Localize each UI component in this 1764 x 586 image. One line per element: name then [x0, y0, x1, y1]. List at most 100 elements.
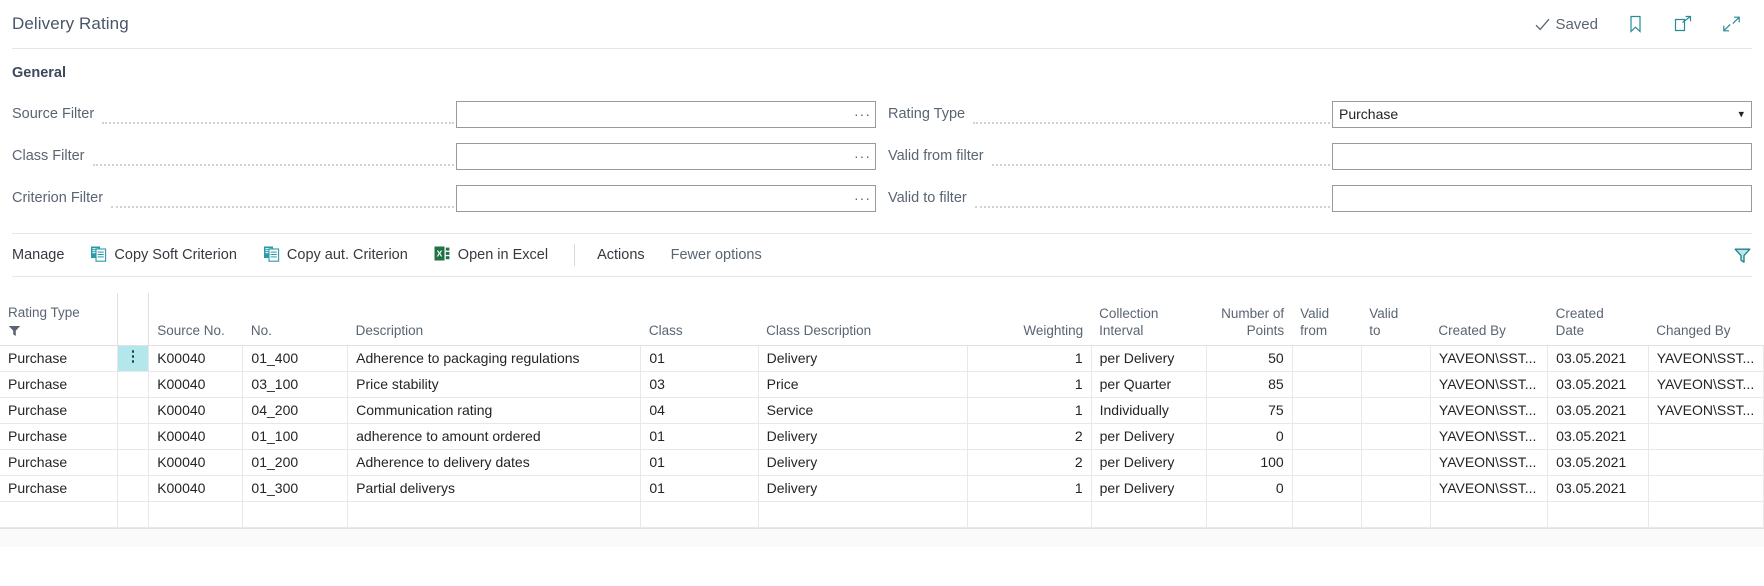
funnel-icon[interactable] — [8, 325, 109, 340]
cell-valid-from[interactable] — [1292, 423, 1362, 450]
cell-valid-to[interactable] — [1361, 475, 1431, 502]
cell-valid-from[interactable] — [1292, 501, 1362, 528]
cell-valid-from[interactable] — [1292, 449, 1362, 476]
cell-collection-interval[interactable]: per Delivery — [1091, 449, 1207, 476]
column-header-changed-by[interactable]: Changed By — [1648, 293, 1764, 346]
column-header-weighting[interactable]: Weighting — [967, 293, 1092, 346]
cell-valid-from[interactable] — [1292, 345, 1362, 372]
cell-class-description[interactable]: Delivery — [758, 345, 969, 372]
cell-created-by[interactable]: YAVEON\SST... — [1430, 449, 1549, 476]
cell-class-description[interactable]: Service — [758, 397, 969, 424]
column-header-class-description[interactable]: Class Description — [758, 293, 968, 346]
cell-number-of-points[interactable]: 50 — [1206, 345, 1293, 372]
row-handle-cell[interactable] — [117, 371, 150, 398]
cell-created-date[interactable]: 03.05.2021 — [1547, 449, 1649, 476]
column-header-created-date[interactable]: Created Date — [1547, 293, 1649, 346]
cell-created-by[interactable] — [1430, 501, 1549, 528]
cell-number-of-points[interactable]: 0 — [1206, 423, 1293, 450]
cell-valid-to[interactable] — [1361, 449, 1431, 476]
cell-collection-interval[interactable]: per Quarter — [1091, 371, 1207, 398]
valid-to-filter-input[interactable] — [1332, 184, 1752, 212]
criterion-filter-input[interactable] — [456, 184, 876, 212]
cell-description[interactable]: Communication rating — [347, 397, 642, 424]
cell-created-by[interactable]: YAVEON\SST... — [1430, 423, 1549, 450]
cell-rating-type[interactable]: Purchase — [0, 449, 118, 476]
funnel-icon[interactable] — [1733, 246, 1752, 265]
table-row[interactable]: Purchase K00040 04_200 Communication rating… — [0, 397, 1764, 424]
cell-valid-to[interactable] — [1361, 371, 1431, 398]
valid-from-filter-input[interactable] — [1332, 142, 1752, 170]
cell-class-description[interactable]: Delivery — [758, 449, 969, 476]
class-filter-input[interactable] — [456, 142, 876, 170]
cell-no[interactable]: 01_200 — [242, 449, 349, 476]
cell-number-of-points[interactable] — [1206, 501, 1293, 528]
cell-created-by[interactable]: YAVEON\SST... — [1430, 371, 1549, 398]
cell-created-date[interactable]: 03.05.2021 — [1547, 475, 1649, 502]
cell-valid-from[interactable] — [1292, 397, 1362, 424]
class-filter-lookup-button[interactable]: ··· — [854, 149, 871, 163]
cell-class[interactable]: 03 — [640, 371, 759, 398]
column-header-number-of-points[interactable]: Number of Points — [1206, 293, 1293, 346]
bookmark-icon[interactable] — [1624, 13, 1646, 35]
cell-class-description[interactable]: Delivery — [758, 423, 969, 450]
cell-rating-type[interactable]: Purchase — [0, 475, 118, 502]
cell-rating-type[interactable]: Purchase — [0, 423, 118, 450]
row-menu-icon[interactable] — [131, 348, 135, 366]
table-row[interactable]: Purchase K00040 01_300 Partial deliverys 01 D… — [0, 475, 1764, 502]
column-header-description[interactable]: Description — [347, 293, 641, 346]
cell-changed-by[interactable]: YAVEON\SST... — [1648, 371, 1764, 398]
cell-created-by[interactable]: YAVEON\SST... — [1430, 397, 1549, 424]
cell-source-no[interactable]: K00040 — [148, 423, 244, 450]
cell-class[interactable]: 01 — [640, 423, 759, 450]
cell-source-no[interactable] — [148, 501, 244, 528]
cell-class[interactable]: 01 — [640, 345, 759, 372]
cell-source-no[interactable]: K00040 — [148, 397, 244, 424]
cell-rating-type[interactable]: Purchase — [0, 371, 118, 398]
cell-no[interactable]: 01_100 — [242, 423, 349, 450]
criterion-filter-lookup-button[interactable]: ··· — [854, 191, 871, 205]
cell-collection-interval[interactable]: per Delivery — [1091, 423, 1207, 450]
cell-changed-by[interactable]: YAVEON\SST... — [1648, 345, 1764, 372]
fewer-options-button[interactable]: Fewer options — [671, 247, 762, 263]
cell-no[interactable]: 04_200 — [242, 397, 349, 424]
row-handle-cell[interactable] — [117, 423, 150, 450]
cell-number-of-points[interactable]: 100 — [1206, 449, 1293, 476]
cell-description[interactable]: Partial deliverys — [347, 475, 642, 502]
cell-valid-to[interactable] — [1361, 345, 1431, 372]
cell-changed-by[interactable] — [1648, 449, 1764, 476]
table-row[interactable]: Purchase K00040 01_400 Adherence to packagi… — [0, 345, 1764, 372]
cell-collection-interval[interactable]: per Delivery — [1091, 475, 1207, 502]
column-header-class[interactable]: Class — [640, 293, 759, 346]
cell-valid-from[interactable] — [1292, 371, 1362, 398]
cell-collection-interval[interactable]: per Delivery — [1091, 345, 1207, 372]
cell-created-by[interactable]: YAVEON\SST... — [1430, 475, 1549, 502]
cell-no[interactable]: 03_100 — [242, 371, 349, 398]
cell-no[interactable]: 01_400 — [242, 345, 349, 372]
cell-class[interactable]: 04 — [640, 397, 759, 424]
source-filter-input[interactable] — [456, 100, 876, 128]
cell-description[interactable]: Adherence to packaging regulations — [347, 345, 642, 372]
cell-description[interactable]: Price stability — [347, 371, 642, 398]
cell-number-of-points[interactable]: 75 — [1206, 397, 1293, 424]
cell-class[interactable] — [640, 501, 759, 528]
collapse-icon[interactable] — [1720, 13, 1742, 35]
column-header-no[interactable]: No. — [242, 293, 348, 346]
cell-collection-interval[interactable] — [1091, 501, 1207, 528]
source-filter-lookup-button[interactable]: ··· — [854, 107, 871, 121]
manage-button[interactable]: Manage — [12, 247, 64, 263]
row-handle-cell[interactable] — [117, 501, 150, 528]
cell-changed-by[interactable] — [1648, 423, 1764, 450]
copy-soft-criterion-button[interactable]: Copy Soft Criterion — [90, 245, 237, 266]
cell-rating-type[interactable] — [0, 501, 118, 528]
cell-class-description[interactable]: Delivery — [758, 475, 969, 502]
column-header-source-no[interactable]: Source No. — [148, 293, 243, 346]
cell-created-date[interactable]: 03.05.2021 — [1547, 423, 1649, 450]
row-handle-cell[interactable] — [117, 449, 150, 476]
cell-created-date[interactable]: 03.05.2021 — [1547, 397, 1649, 424]
open-in-excel-button[interactable]: X Open in Excel — [434, 245, 548, 266]
table-row[interactable]: Purchase K00040 01_200 Adherence to deliver… — [0, 449, 1764, 476]
cell-created-date[interactable]: 03.05.2021 — [1547, 345, 1649, 372]
cell-weighting[interactable]: 1 — [967, 397, 1092, 424]
copy-aut-criterion-button[interactable]: Copy aut. Criterion — [263, 245, 408, 266]
cell-source-no[interactable]: K00040 — [148, 371, 244, 398]
